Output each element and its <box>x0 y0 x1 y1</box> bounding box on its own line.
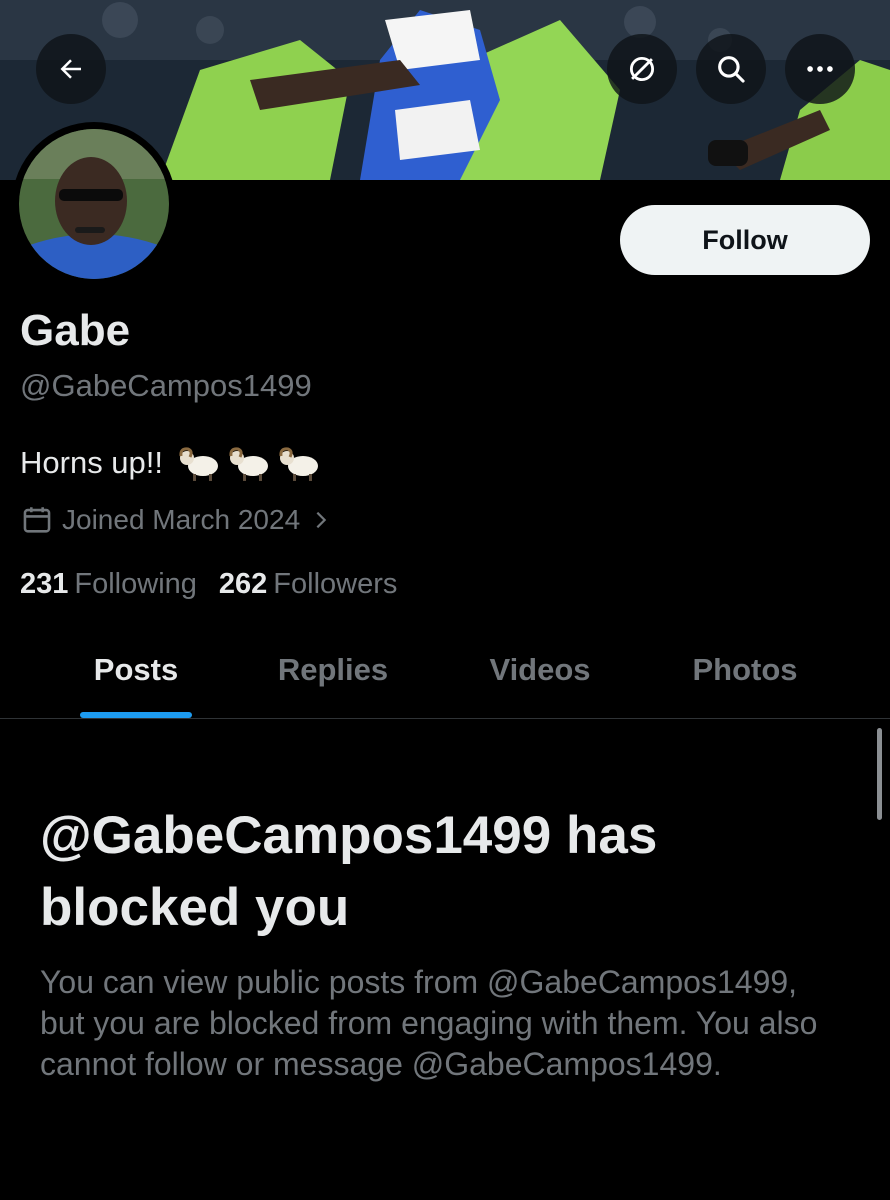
tab-replies[interactable]: Replies <box>278 652 388 688</box>
ram-emoji-icon: 🐏 <box>279 447 319 481</box>
active-tab-indicator <box>80 712 192 718</box>
profile-bio: Horns up!! 🐏 🐏 🐏 <box>20 444 321 482</box>
profile-handle: @GabeCampos1499 <box>20 368 312 403</box>
grok-icon <box>629 56 655 82</box>
avatar[interactable] <box>12 122 176 286</box>
followers-stat[interactable]: 262 Followers <box>219 568 397 601</box>
tab-photos[interactable]: Photos <box>692 652 797 688</box>
follow-button[interactable]: Follow <box>620 205 870 275</box>
tab-posts[interactable]: Posts <box>94 652 178 688</box>
ram-emoji-icon: 🐏 <box>179 447 219 481</box>
following-label: Following <box>74 568 197 600</box>
arrow-left-icon <box>60 59 81 79</box>
blocked-description: You can view public posts from @GabeCamp… <box>40 964 818 1082</box>
followers-label: Followers <box>273 568 398 600</box>
search-icon <box>718 56 745 83</box>
ram-emoji-icon: 🐏 <box>229 447 269 481</box>
following-count: 231 <box>20 568 69 600</box>
more-horizontal-icon <box>807 66 833 72</box>
avatar-photo <box>19 129 169 279</box>
following-stat[interactable]: 231 Following <box>20 568 197 601</box>
bio-emoji-group: 🐏 🐏 🐏 <box>177 444 321 482</box>
followers-count: 262 <box>218 568 268 600</box>
joined-text: Joined March 2024 <box>62 504 301 535</box>
search-button[interactable] <box>696 34 766 104</box>
tab-videos[interactable]: Videos <box>489 652 590 688</box>
display-name: Gabe <box>20 306 131 355</box>
joined-date[interactable]: Joined March 2024 <box>20 503 340 537</box>
profile-tabs: Posts Replies Videos Photos <box>0 630 890 719</box>
back-button[interactable] <box>36 34 106 104</box>
more-button[interactable] <box>785 34 855 104</box>
scrollbar[interactable] <box>877 728 882 820</box>
blocked-title: @GabeCampos1499 has blocked you <box>40 806 658 937</box>
bio-text: Horns up!! <box>20 445 164 480</box>
follow-stats: 231 Following 262 Followers <box>20 568 397 601</box>
chevron-right-icon <box>316 511 327 529</box>
grok-button[interactable] <box>607 34 677 104</box>
calendar-icon <box>23 507 51 533</box>
